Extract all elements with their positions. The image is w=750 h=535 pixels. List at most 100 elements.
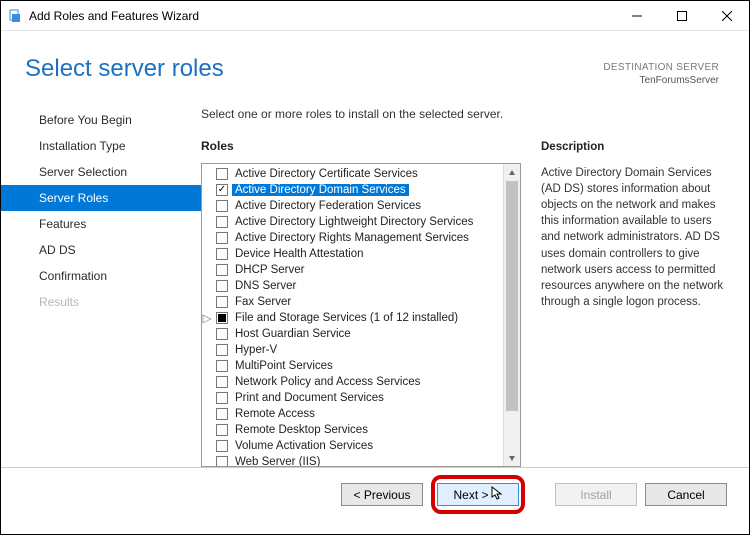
role-checkbox[interactable] xyxy=(216,168,228,180)
destination-label: DESTINATION SERVER xyxy=(603,61,719,74)
roles-heading: Roles xyxy=(201,139,521,153)
role-checkbox[interactable] xyxy=(216,200,228,212)
role-checkbox[interactable] xyxy=(216,376,228,388)
minimize-button[interactable] xyxy=(614,1,659,30)
role-label: Network Policy and Access Services xyxy=(232,376,423,388)
role-label: DNS Server xyxy=(232,280,299,292)
role-checkbox[interactable] xyxy=(216,344,228,356)
content-area: Select one or more roles to install on t… xyxy=(201,97,749,467)
role-label: Print and Document Services xyxy=(232,392,387,404)
role-label: Active Directory Federation Services xyxy=(232,200,424,212)
scroll-track[interactable] xyxy=(504,181,520,449)
destination-server: TenForumsServer xyxy=(603,74,719,87)
destination-info: DESTINATION SERVER TenForumsServer xyxy=(603,55,719,87)
role-label: Web Server (IIS) xyxy=(232,456,323,466)
role-label: DHCP Server xyxy=(232,264,307,276)
sidebar-item-server-selection[interactable]: Server Selection xyxy=(1,159,201,185)
instruction-text: Select one or more roles to install on t… xyxy=(201,107,735,121)
role-row[interactable]: Active Directory Rights Management Servi… xyxy=(214,230,520,246)
sidebar-item-ad-ds[interactable]: AD DS xyxy=(1,237,201,263)
scroll-down-icon[interactable] xyxy=(504,449,520,466)
role-label: Active Directory Lightweight Directory S… xyxy=(232,216,476,228)
main-area: Before You BeginInstallation TypeServer … xyxy=(1,97,749,467)
sidebar-item-installation-type[interactable]: Installation Type xyxy=(1,133,201,159)
maximize-button[interactable] xyxy=(659,1,704,30)
role-label: Active Directory Certificate Services xyxy=(232,168,421,180)
sidebar-item-confirmation[interactable]: Confirmation xyxy=(1,263,201,289)
next-button-callout: Next > xyxy=(431,475,525,514)
roles-column: Roles Active Directory Certificate Servi… xyxy=(201,139,521,467)
role-row[interactable]: Active Directory Federation Services xyxy=(214,198,520,214)
page-title: Select server roles xyxy=(25,55,603,83)
role-label: Active Directory Rights Management Servi… xyxy=(232,232,472,244)
close-button[interactable] xyxy=(704,1,749,30)
role-row[interactable]: Active Directory Certificate Services xyxy=(214,166,520,182)
scroll-up-icon[interactable] xyxy=(504,164,520,181)
role-row[interactable]: Print and Document Services xyxy=(214,390,520,406)
cancel-button[interactable]: Cancel xyxy=(645,483,727,506)
role-row[interactable]: Volume Activation Services xyxy=(214,438,520,454)
role-label: Host Guardian Service xyxy=(232,328,354,340)
role-checkbox[interactable] xyxy=(216,248,228,260)
next-button-label: Next > xyxy=(453,488,488,502)
role-checkbox[interactable] xyxy=(216,184,228,196)
header: Select server roles DESTINATION SERVER T… xyxy=(1,31,749,97)
title-bar: Add Roles and Features Wizard xyxy=(1,1,749,31)
role-checkbox[interactable] xyxy=(216,264,228,276)
role-checkbox[interactable] xyxy=(216,360,228,372)
role-row[interactable]: Hyper-V xyxy=(214,342,520,358)
role-row[interactable]: Web Server (IIS) xyxy=(214,454,520,466)
app-icon xyxy=(7,8,23,24)
role-row[interactable]: Fax Server xyxy=(214,294,520,310)
window-title: Add Roles and Features Wizard xyxy=(29,9,614,23)
role-label: Active Directory Domain Services xyxy=(232,184,409,196)
role-row[interactable]: Device Health Attestation xyxy=(214,246,520,262)
wizard-sidebar: Before You BeginInstallation TypeServer … xyxy=(1,97,201,467)
role-row[interactable]: Active Directory Lightweight Directory S… xyxy=(214,214,520,230)
role-label: Remote Desktop Services xyxy=(232,424,371,436)
wizard-footer: < Previous Next > Install Cancel xyxy=(1,467,749,521)
cursor-icon xyxy=(491,486,503,503)
role-row[interactable]: Active Directory Domain Services xyxy=(214,182,520,198)
role-label: Volume Activation Services xyxy=(232,440,376,452)
role-row[interactable]: DHCP Server xyxy=(214,262,520,278)
description-column: Description Active Directory Domain Serv… xyxy=(541,139,735,467)
sidebar-item-features[interactable]: Features xyxy=(1,211,201,237)
sidebar-item-server-roles[interactable]: Server Roles xyxy=(1,185,201,211)
role-row[interactable]: Host Guardian Service xyxy=(214,326,520,342)
roles-scrollbar[interactable] xyxy=(503,164,520,466)
role-checkbox[interactable] xyxy=(216,312,228,324)
scroll-thumb[interactable] xyxy=(506,181,518,411)
role-checkbox[interactable] xyxy=(216,232,228,244)
role-checkbox[interactable] xyxy=(216,440,228,452)
install-button: Install xyxy=(555,483,637,506)
role-label: Fax Server xyxy=(232,296,294,308)
role-row[interactable]: Network Policy and Access Services xyxy=(214,374,520,390)
role-checkbox[interactable] xyxy=(216,424,228,436)
role-checkbox[interactable] xyxy=(216,392,228,404)
role-checkbox[interactable] xyxy=(216,216,228,228)
sidebar-item-before-you-begin[interactable]: Before You Begin xyxy=(1,107,201,133)
role-checkbox[interactable] xyxy=(216,296,228,308)
role-label: Remote Access xyxy=(232,408,318,420)
role-label: Device Health Attestation xyxy=(232,248,367,260)
role-row[interactable]: Remote Desktop Services xyxy=(214,422,520,438)
next-button[interactable]: Next > xyxy=(437,483,519,506)
role-checkbox[interactable] xyxy=(216,456,228,466)
role-row[interactable]: MultiPoint Services xyxy=(214,358,520,374)
description-text: Active Directory Domain Services (AD DS)… xyxy=(541,165,731,310)
role-row[interactable]: Remote Access xyxy=(214,406,520,422)
role-label: MultiPoint Services xyxy=(232,360,336,372)
role-label: Hyper-V xyxy=(232,344,280,356)
role-row[interactable]: ▷File and Storage Services (1 of 12 inst… xyxy=(214,310,520,326)
role-label: File and Storage Services (1 of 12 insta… xyxy=(232,312,461,324)
role-checkbox[interactable] xyxy=(216,408,228,420)
role-row[interactable]: DNS Server xyxy=(214,278,520,294)
expander-icon[interactable]: ▷ xyxy=(202,311,212,325)
sidebar-item-results: Results xyxy=(1,289,201,315)
role-checkbox[interactable] xyxy=(216,328,228,340)
role-checkbox[interactable] xyxy=(216,280,228,292)
previous-button[interactable]: < Previous xyxy=(341,483,423,506)
roles-listbox[interactable]: Active Directory Certificate Services Act… xyxy=(201,163,521,467)
description-heading: Description xyxy=(541,139,731,155)
